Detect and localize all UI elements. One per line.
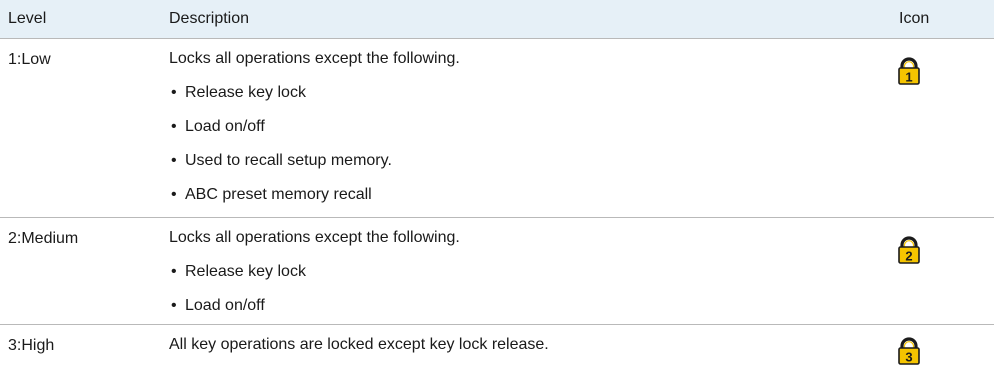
description-cell: All key operations are locked except key…: [169, 336, 869, 367]
lock-digit: 3: [905, 350, 912, 365]
key-lock-table: Level Description Icon 1:Low Locks all o…: [0, 0, 994, 369]
description-cell: Locks all operations except the followin…: [169, 229, 869, 328]
list-item-text: Load on/off: [185, 297, 265, 314]
list-item: • ABC preset memory recall: [171, 186, 372, 203]
table-row: 3:High All key operations are locked exc…: [0, 325, 994, 369]
table-row: 2:Medium Locks all operations except the…: [0, 218, 994, 325]
list-item: • Load on/off: [171, 297, 265, 314]
level-cell: 2:Medium: [8, 230, 79, 247]
list-item: • Used to recall setup memory.: [171, 152, 392, 169]
list-item-text: Used to recall setup memory.: [185, 152, 392, 169]
level-cell: 1:Low: [8, 51, 51, 68]
lock-level-1-icon: 1: [897, 57, 921, 85]
description-text: All key operations are locked except key…: [169, 336, 549, 353]
table-header: Level Description Icon: [0, 0, 994, 39]
description-cell: Locks all operations except the followin…: [169, 50, 869, 217]
description-text: Locks all operations except the followin…: [169, 229, 460, 246]
lock-level-2-icon: 2: [897, 236, 921, 264]
table-row: 1:Low Locks all operations except the fo…: [0, 39, 994, 218]
header-description: Description: [169, 10, 250, 27]
list-item-text: Release key lock: [185, 263, 306, 280]
list-item: • Release key lock: [171, 84, 306, 101]
level-cell: 3:High: [8, 337, 55, 354]
list-item-text: Release key lock: [185, 84, 306, 101]
list-item: • Release key lock: [171, 263, 306, 280]
list-item-text: ABC preset memory recall: [185, 186, 372, 203]
list-item-text: Load on/off: [185, 118, 265, 135]
list-item: • Load on/off: [171, 118, 265, 135]
exception-list: • Release key lock • Load on/off • Used to …: [169, 81, 869, 207]
header-level: Level: [8, 10, 47, 27]
description-text: Locks all operations except the followin…: [169, 50, 460, 67]
header-icon: Icon: [899, 10, 930, 27]
lock-digit: 2: [905, 249, 912, 264]
exception-list: • Release key lock • Load on/off: [169, 260, 869, 318]
lock-level-3-icon: 3: [897, 337, 921, 365]
lock-digit: 1: [905, 70, 912, 85]
